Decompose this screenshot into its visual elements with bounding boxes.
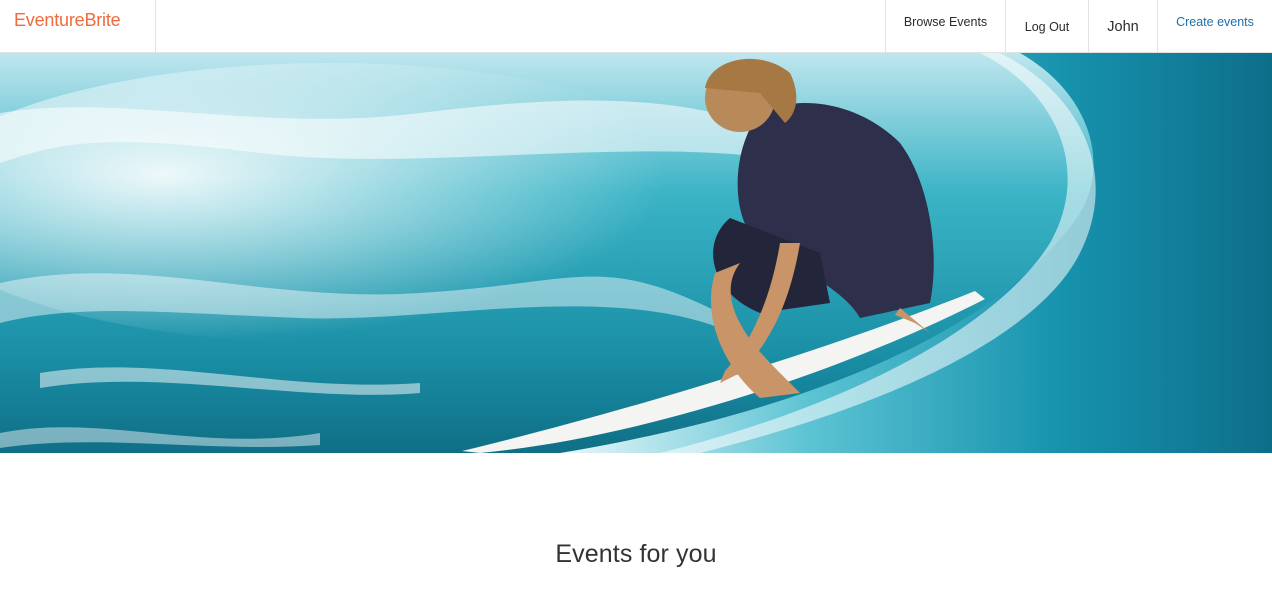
browse-events-link[interactable]: Browse Events [885,0,1005,52]
surf-wave-illustration [0,53,1272,453]
main-nav: Browse Events Log Out John Create events [885,0,1272,52]
top-navbar: EventureBrite Browse Events Log Out John… [0,0,1272,53]
logo-container: EventureBrite [0,0,156,52]
user-menu[interactable]: John [1088,0,1157,52]
log-out-link[interactable]: Log Out [1005,0,1088,52]
section-title: Events for you [555,540,717,568]
hero-banner-image [0,53,1272,453]
site-logo[interactable]: EventureBrite [14,10,121,31]
create-events-link[interactable]: Create events [1157,0,1272,52]
